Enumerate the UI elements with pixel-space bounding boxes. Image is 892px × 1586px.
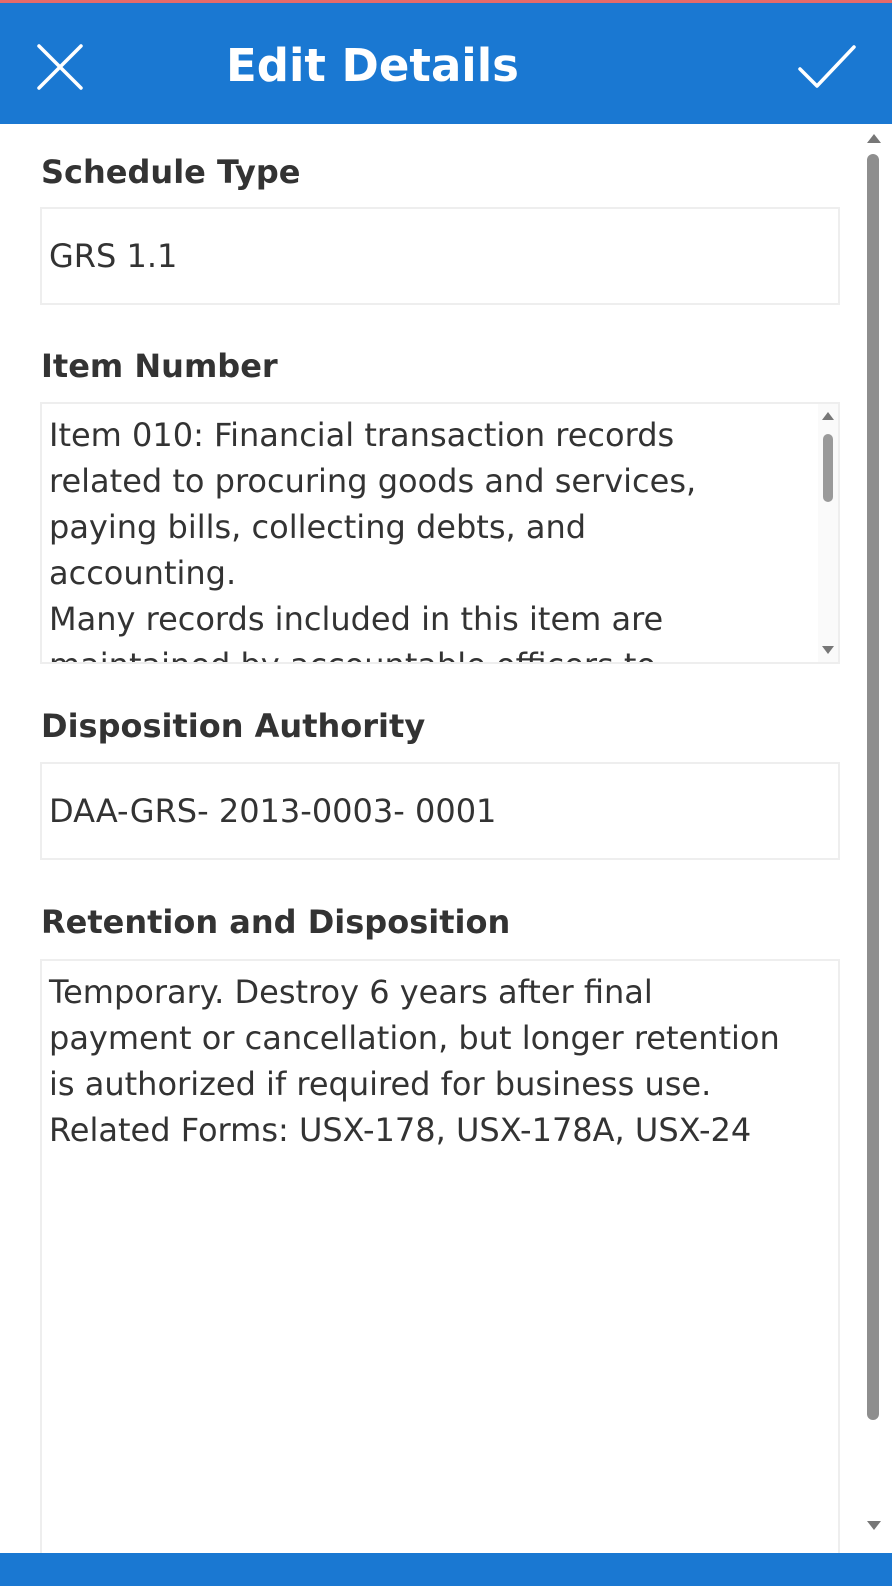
- close-icon: [37, 44, 83, 90]
- disposition-authority-value: DAA-GRS- 2013-0003- 0001: [49, 792, 497, 830]
- schedule-type-label: Schedule Type: [41, 153, 301, 191]
- schedule-type-field[interactable]: GRS 1.1: [40, 207, 840, 305]
- confirm-button[interactable]: [798, 43, 858, 91]
- page-title: Edit Details: [226, 39, 519, 92]
- footer-bar: [0, 1553, 892, 1586]
- scroll-down-arrow-icon[interactable]: [822, 646, 834, 654]
- header-bar: Edit Details: [0, 3, 892, 124]
- scrollbar-thumb[interactable]: [823, 434, 833, 502]
- item-number-label: Item Number: [41, 347, 278, 385]
- page-scrollbar[interactable]: [862, 124, 886, 1538]
- schedule-type-value: GRS 1.1: [49, 237, 178, 275]
- page-scrollbar-thumb[interactable]: [867, 154, 879, 1420]
- retention-disposition-value: Temporary. Destroy 6 years after final p…: [49, 973, 780, 1149]
- checkmark-icon: [798, 45, 856, 88]
- item-number-scrollbar[interactable]: [818, 404, 838, 662]
- page-scroll-up-icon[interactable]: [867, 134, 881, 143]
- retention-disposition-label: Retention and Disposition: [41, 903, 511, 941]
- disposition-authority-label: Disposition Authority: [41, 707, 426, 745]
- item-number-field[interactable]: Item 010: Financial transaction records …: [40, 402, 840, 664]
- page-scroll-down-icon[interactable]: [867, 1521, 881, 1530]
- close-button[interactable]: [36, 43, 84, 91]
- disposition-authority-field[interactable]: DAA-GRS- 2013-0003- 0001: [40, 762, 840, 860]
- retention-disposition-field[interactable]: Temporary. Destroy 6 years after final p…: [40, 959, 840, 1553]
- form-content: Schedule Type GRS 1.1 Item Number Item 0…: [0, 124, 870, 1553]
- scroll-up-arrow-icon[interactable]: [822, 412, 834, 420]
- item-number-value: Item 010: Financial transaction records …: [49, 416, 697, 662]
